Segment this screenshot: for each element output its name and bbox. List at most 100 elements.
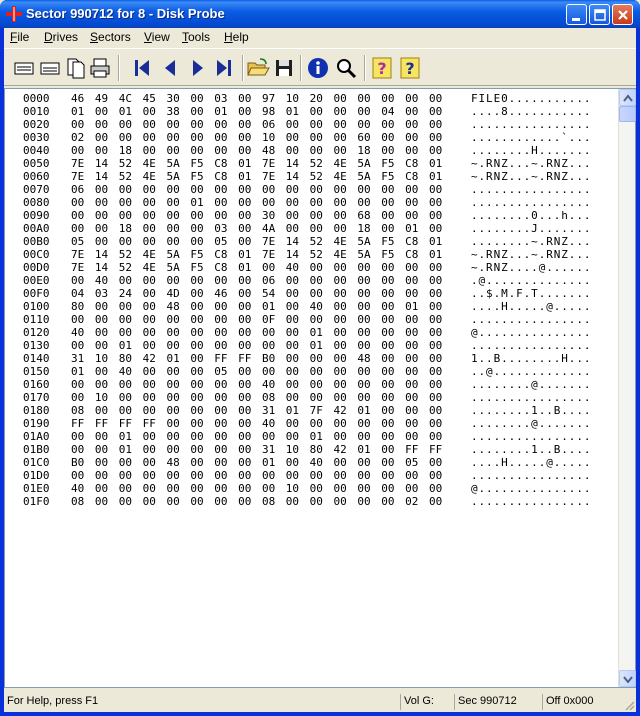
row-hex-bytes[interactable]: 01 00 01 00 38 00 01 00 98 01 00 00 00 0… (71, 105, 442, 118)
row-ascii[interactable]: .@.............. (471, 274, 591, 287)
vertical-scrollbar[interactable] (618, 89, 636, 687)
print-button[interactable] (88, 56, 112, 80)
row-hex-bytes[interactable]: 00 00 00 00 00 00 00 00 0F 00 00 00 00 0… (71, 313, 442, 326)
row-offset: 01A0 (23, 430, 50, 443)
row-ascii[interactable]: @............... (471, 482, 591, 495)
row-ascii[interactable]: ............`... (471, 131, 591, 144)
menu-view[interactable]: View (144, 30, 170, 44)
help-button[interactable]: ? (370, 56, 394, 80)
hex-view-pane[interactable]: 0000 46 49 4C 45 30 00 03 00 97 10 20 00 … (4, 88, 636, 688)
row-hex-bytes[interactable]: 7E 14 52 4E 5A F5 C8 01 7E 14 52 4E 5A F… (71, 248, 442, 261)
row-hex-bytes[interactable]: 40 00 00 00 00 00 00 00 00 00 01 00 00 0… (71, 326, 442, 339)
row-hex-bytes[interactable]: FF FF FF FF 00 00 00 00 40 00 00 00 00 0… (71, 417, 442, 430)
row-ascii[interactable]: FILE0........... (471, 92, 591, 105)
row-hex-bytes[interactable]: 7E 14 52 4E 5A F5 C8 01 00 40 00 00 00 0… (71, 261, 442, 274)
row-ascii[interactable]: ........J....... (471, 222, 591, 235)
row-hex-bytes[interactable]: 00 00 00 00 00 00 00 00 06 00 00 00 00 0… (71, 118, 442, 131)
window-title: Sector 990712 for 8 - Disk Probe (26, 6, 225, 21)
close-button[interactable] (612, 4, 633, 25)
row-ascii[interactable]: ....H.....@..... (471, 300, 591, 313)
row-hex-bytes[interactable]: 00 00 00 00 00 00 00 00 40 00 00 00 00 0… (71, 378, 442, 391)
row-ascii[interactable]: ....8........... (471, 105, 591, 118)
resize-grip-icon[interactable] (623, 699, 635, 711)
row-ascii[interactable]: ................ (471, 391, 591, 404)
row-ascii[interactable]: ........0...h... (471, 209, 591, 222)
menu-file[interactable]: File (10, 30, 29, 44)
row-ascii[interactable]: ................ (471, 313, 591, 326)
hex-view-button[interactable] (12, 56, 36, 80)
row-ascii[interactable]: ................ (471, 118, 591, 131)
maximize-button[interactable] (589, 4, 610, 25)
menu-tools[interactable]: Tools (182, 30, 210, 44)
menu-drives[interactable]: Drives (44, 30, 78, 44)
search-button[interactable] (334, 56, 358, 80)
save-button[interactable] (272, 56, 296, 80)
row-ascii[interactable]: ........1..B.... (471, 443, 591, 456)
row-ascii[interactable]: ....H.....@..... (471, 456, 591, 469)
row-ascii[interactable]: ........1..B.... (471, 404, 591, 417)
row-ascii[interactable]: 1..B........H... (471, 352, 591, 365)
copy-button[interactable] (64, 56, 88, 80)
row-hex-bytes[interactable]: B0 00 00 00 48 00 00 00 01 00 40 00 00 0… (71, 456, 442, 469)
row-ascii[interactable]: ........H....... (471, 144, 591, 157)
row-ascii[interactable]: ................ (471, 495, 591, 508)
row-hex-bytes[interactable]: 00 00 01 00 00 00 00 00 31 10 80 42 01 0… (71, 443, 442, 456)
row-hex-bytes[interactable]: 06 00 00 00 00 00 00 00 00 00 00 00 00 0… (71, 183, 442, 196)
row-ascii[interactable]: ~.RNZ....@...... (471, 261, 591, 274)
row-offset: 00F0 (23, 287, 50, 300)
row-hex-bytes[interactable]: 00 00 18 00 00 00 00 00 48 00 00 00 18 0… (71, 144, 442, 157)
row-hex-bytes[interactable]: 00 00 00 00 00 00 00 00 00 00 00 00 00 0… (71, 469, 442, 482)
row-ascii[interactable]: ................ (471, 469, 591, 482)
row-hex-bytes[interactable]: 31 10 80 42 01 00 FF FF B0 00 00 00 48 0… (71, 352, 442, 365)
row-hex-bytes[interactable]: 00 00 01 00 00 00 00 00 00 00 01 00 00 0… (71, 339, 442, 352)
text-view-button[interactable] (38, 56, 62, 80)
menu-help[interactable]: Help (224, 30, 249, 44)
last-sector-button[interactable] (212, 56, 236, 80)
scroll-thumb[interactable] (619, 106, 636, 122)
row-ascii[interactable]: ..@............. (471, 365, 591, 378)
row-ascii[interactable]: ..$.M.F.T....... (471, 287, 591, 300)
row-ascii[interactable]: ........@....... (471, 417, 591, 430)
row-hex-bytes[interactable]: 02 00 00 00 00 00 00 00 10 00 00 00 60 0… (71, 131, 442, 144)
row-hex-bytes[interactable]: 08 00 00 00 00 00 00 00 08 00 00 00 00 0… (71, 495, 442, 508)
row-offset: 0060 (23, 170, 50, 183)
context-help-button[interactable]: ? (398, 56, 422, 80)
minimize-button[interactable] (566, 4, 587, 25)
row-ascii[interactable]: @............... (471, 326, 591, 339)
row-hex-bytes[interactable]: 00 10 00 00 00 00 00 00 08 00 00 00 00 0… (71, 391, 442, 404)
chevron-up-icon (623, 94, 633, 102)
row-hex-bytes[interactable]: 80 00 00 00 48 00 00 00 01 00 40 00 00 0… (71, 300, 442, 313)
prev-sector-button[interactable] (158, 56, 182, 80)
open-button[interactable] (246, 56, 270, 80)
row-offset: 01F0 (23, 495, 50, 508)
row-hex-bytes[interactable]: 04 03 24 00 4D 00 46 00 54 00 00 00 00 0… (71, 287, 442, 300)
row-hex-bytes[interactable]: 46 49 4C 45 30 00 03 00 97 10 20 00 00 0… (71, 92, 442, 105)
row-ascii[interactable]: ................ (471, 196, 591, 209)
scroll-up-button[interactable] (619, 89, 636, 106)
first-sector-button[interactable] (130, 56, 154, 80)
row-hex-bytes[interactable]: 00 00 01 00 00 00 00 00 00 00 01 00 00 0… (71, 430, 442, 443)
row-hex-bytes[interactable]: 00 00 18 00 00 00 03 00 4A 00 00 00 18 0… (71, 222, 442, 235)
scroll-down-button[interactable] (619, 670, 636, 687)
row-hex-bytes[interactable]: 05 00 00 00 00 00 05 00 7E 14 52 4E 5A F… (71, 235, 442, 248)
row-ascii[interactable]: ~.RNZ...~.RNZ... (471, 248, 591, 261)
row-ascii[interactable]: ................ (471, 339, 591, 352)
row-hex-bytes[interactable]: 40 00 00 00 00 00 00 00 00 10 00 00 00 0… (71, 482, 442, 495)
row-hex-bytes[interactable]: 7E 14 52 4E 5A F5 C8 01 7E 14 52 4E 5A F… (71, 170, 442, 183)
row-hex-bytes[interactable]: 7E 14 52 4E 5A F5 C8 01 7E 14 52 4E 5A F… (71, 157, 442, 170)
row-hex-bytes[interactable]: 00 00 00 00 00 01 00 00 00 00 00 00 00 0… (71, 196, 442, 209)
row-hex-bytes[interactable]: 01 00 40 00 00 00 05 00 00 00 00 00 00 0… (71, 365, 442, 378)
info-button[interactable] (306, 56, 330, 80)
row-hex-bytes[interactable]: 00 40 00 00 00 00 00 00 06 00 00 00 00 0… (71, 274, 442, 287)
row-hex-bytes[interactable]: 00 00 00 00 00 00 00 00 30 00 00 00 68 0… (71, 209, 442, 222)
row-ascii[interactable]: ........~.RNZ... (471, 235, 591, 248)
row-ascii[interactable]: ................ (471, 183, 591, 196)
row-hex-bytes[interactable]: 08 00 00 00 00 00 00 00 31 01 7F 42 01 0… (71, 404, 442, 417)
row-ascii[interactable]: ................ (471, 430, 591, 443)
next-sector-button[interactable] (186, 56, 210, 80)
menu-sectors[interactable]: Sectors (90, 30, 131, 44)
row-ascii[interactable]: ~.RNZ...~.RNZ... (471, 170, 591, 183)
title-bar[interactable]: Sector 990712 for 8 - Disk Probe (0, 0, 640, 28)
row-ascii[interactable]: ~.RNZ...~.RNZ... (471, 157, 591, 170)
row-ascii[interactable]: ........@....... (471, 378, 591, 391)
